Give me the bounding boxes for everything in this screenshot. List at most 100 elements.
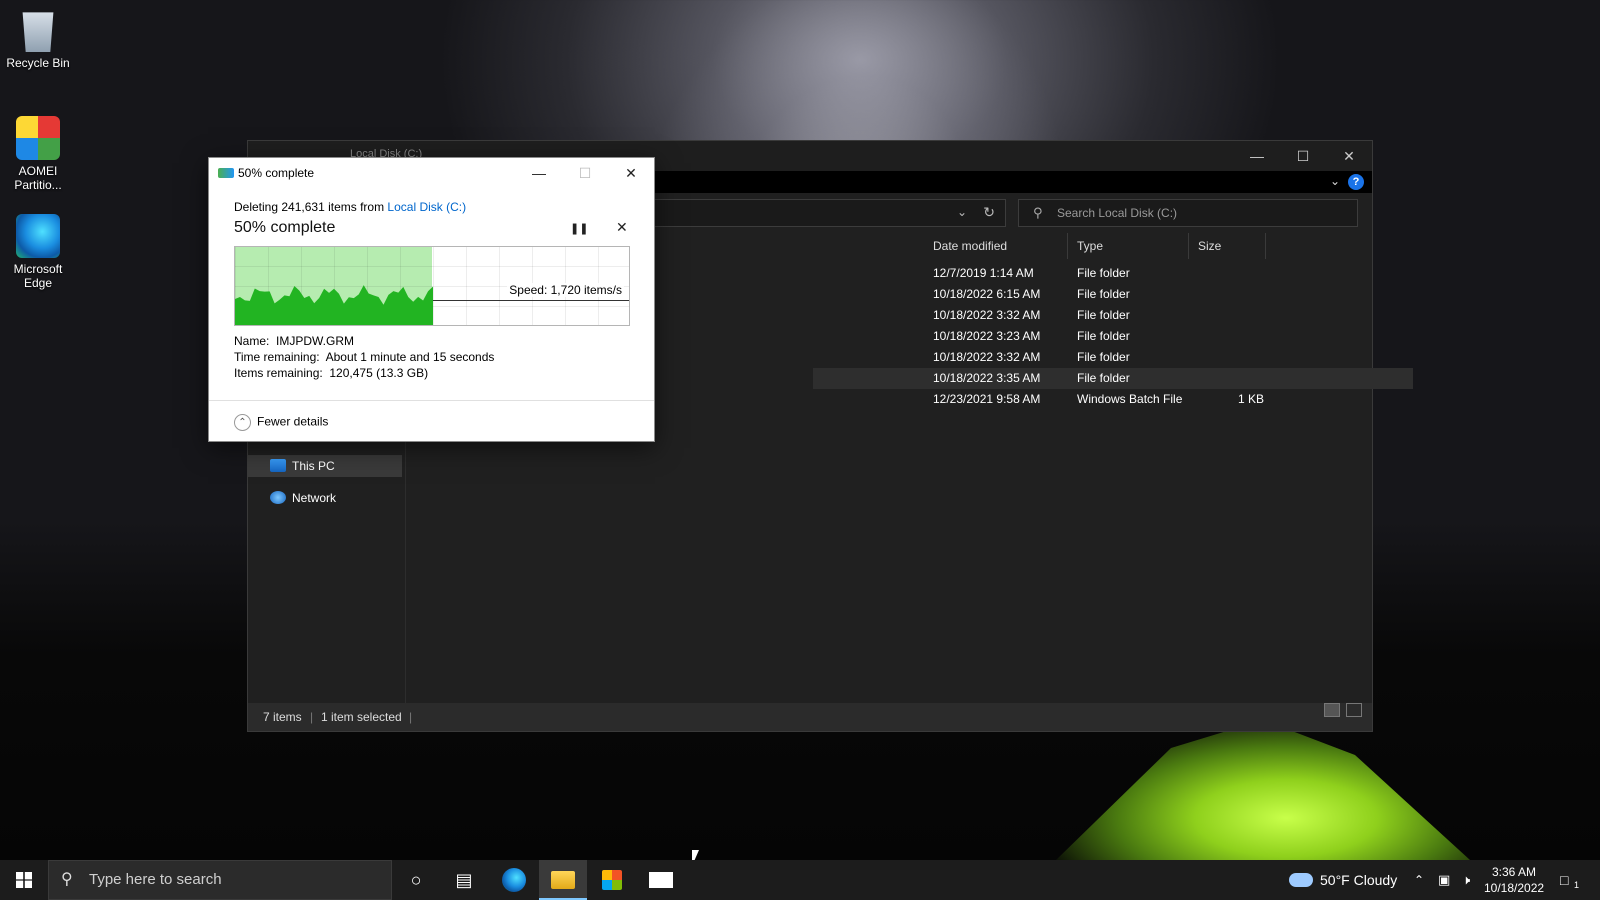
status-divider: | (310, 710, 314, 724)
folder-icon (551, 871, 575, 889)
network-icon (270, 491, 286, 504)
help-icon[interactable]: ? (1348, 174, 1364, 190)
detail-items-value: 120,475 (13.3 GB) (329, 366, 429, 380)
recycle-bin-icon (22, 12, 54, 52)
search-icon: ⚲ (61, 871, 73, 888)
clock-date: 10/18/2022 (1484, 881, 1545, 895)
close-button[interactable]: ✕ (1326, 141, 1372, 171)
column-date-modified[interactable]: Date modified (925, 233, 1068, 259)
edge-icon (502, 868, 526, 892)
chevron-down-icon[interactable]: ⌄ (1330, 174, 1340, 188)
nav-item-network[interactable]: Network (248, 487, 402, 509)
column-size[interactable]: Size (1190, 233, 1266, 259)
desktop-icon-label: Recycle Bin (6, 56, 70, 70)
dialog-separator (209, 400, 654, 401)
desktop-icon-label: AOMEI Partitio... (14, 164, 62, 192)
search-placeholder: Search Local Disk (C:) (1057, 206, 1178, 220)
delete-summary-text: Deleting 241,631 items from (234, 200, 388, 214)
aomei-partition-icon (16, 116, 60, 160)
desktop-icon-recycle-bin[interactable]: Recycle Bin (0, 8, 76, 70)
table-row[interactable]: 10/18/2022 3:32 AM File folder (813, 347, 1413, 368)
row-date: 10/18/2022 3:32 AM (933, 350, 1041, 364)
table-row[interactable]: 10/18/2022 3:23 AM File folder (813, 326, 1413, 347)
edge-icon (16, 214, 60, 258)
windows-logo-icon (16, 872, 32, 888)
row-date: 10/18/2022 3:32 AM (933, 308, 1041, 322)
taskbar-edge[interactable] (490, 860, 538, 900)
mail-icon (649, 872, 673, 888)
chevron-up-icon[interactable]: ⌃ (1414, 860, 1424, 900)
dialog-maximize-button: ☐ (578, 165, 592, 181)
taskbar-search-placeholder: Type here to search (89, 871, 222, 888)
row-type: File folder (1077, 266, 1130, 280)
details-view-icon[interactable] (1324, 703, 1340, 717)
row-type: File folder (1077, 350, 1130, 364)
taskbar-store[interactable] (588, 860, 636, 900)
fewer-details-button[interactable]: ⌃ Fewer details (234, 414, 328, 431)
status-bar: 7 items | 1 item selected | (248, 703, 1372, 731)
minimize-button[interactable]: — (1234, 141, 1280, 171)
table-row[interactable]: 10/18/2022 3:32 AM File folder (813, 305, 1413, 326)
dialog-titlebar[interactable]: 50% complete — ☐ ✕ (209, 158, 654, 188)
desktop-icon-edge[interactable]: Microsoft Edge (0, 214, 76, 290)
maximize-button[interactable]: ☐ (1280, 141, 1326, 171)
volume-muted-icon[interactable]: 🕨 (1462, 860, 1470, 900)
nav-item-label: Network (292, 491, 337, 505)
detail-name-value: IMJPDW.GRM (276, 334, 355, 348)
detail-time: Time remaining: About 1 minute and 15 se… (234, 350, 494, 364)
table-row-selected[interactable]: 10/18/2022 3:35 AM File folder (813, 368, 1413, 389)
taskbar-file-explorer[interactable] (539, 860, 587, 900)
pause-button[interactable]: ❚❚ (570, 222, 588, 235)
dialog-minimize-button[interactable]: — (516, 158, 562, 188)
cloud-weather-icon (1289, 873, 1313, 887)
taskbar-search-box[interactable]: ⚲ Type here to search (48, 860, 392, 900)
desktop-icon-aomei[interactable]: AOMEI Partitio... (0, 116, 76, 192)
row-type: File folder (1077, 287, 1130, 301)
notification-icon[interactable]: □ (1560, 860, 1568, 900)
large-icons-view-icon[interactable] (1346, 703, 1362, 717)
nav-item-label: This PC (292, 459, 335, 473)
source-link[interactable]: Local Disk (C:) (387, 200, 466, 214)
detail-time-value: About 1 minute and 15 seconds (325, 350, 495, 364)
store-icon (602, 870, 622, 890)
dialog-title: 50% complete (238, 166, 315, 180)
detail-items-label: Items remaining: (234, 366, 323, 380)
table-row[interactable]: 10/18/2022 6:15 AM File folder (813, 284, 1413, 305)
row-date: 10/18/2022 3:35 AM (933, 371, 1041, 385)
cortana-button[interactable]: ○ (392, 860, 440, 900)
cancel-button[interactable]: ✕ (616, 219, 628, 236)
fewer-details-label: Fewer details (257, 414, 329, 429)
table-row[interactable]: 12/7/2019 1:14 AM File folder (813, 263, 1413, 284)
nav-item-this-pc[interactable]: This PC (248, 455, 402, 477)
refresh-icon[interactable]: ↻ (983, 204, 995, 221)
detail-time-label: Time remaining: (234, 350, 320, 364)
row-size: 1 KB (1238, 392, 1265, 406)
start-button[interactable] (0, 860, 48, 900)
table-row[interactable]: 12/23/2021 9:58 AM Windows Batch File 1 … (813, 389, 1413, 410)
chevron-down-icon[interactable]: ⌄ (957, 205, 967, 219)
weather-widget[interactable]: 50°F Cloudy (1320, 860, 1397, 900)
row-type: Windows Batch File (1077, 392, 1183, 406)
clock[interactable]: 3:36 AM 10/18/2022 (1484, 864, 1544, 896)
status-divider: | (409, 710, 413, 724)
detail-name-label: Name: (234, 334, 270, 348)
cortana-circle-icon: ○ (410, 870, 422, 890)
taskbar-mail[interactable] (637, 860, 685, 900)
network-tray-icon[interactable]: ▣ (1438, 860, 1450, 900)
row-type: File folder (1077, 308, 1130, 322)
search-input[interactable]: ⚲ Search Local Disk (C:) (1018, 199, 1358, 227)
delete-progress-icon (218, 168, 234, 178)
row-date: 10/18/2022 6:15 AM (933, 287, 1041, 301)
speed-line (433, 300, 629, 301)
column-type[interactable]: Type (1069, 233, 1189, 259)
dialog-close-button[interactable]: ✕ (608, 158, 654, 188)
row-type: File folder (1077, 371, 1130, 385)
row-date: 12/7/2019 1:14 AM (933, 266, 1034, 280)
task-view-button[interactable]: ▤ (440, 860, 488, 900)
row-date: 10/18/2022 3:23 AM (933, 329, 1041, 343)
desktop-icon-label: Microsoft Edge (13, 262, 63, 290)
detail-items: Items remaining: 120,475 (13.3 GB) (234, 366, 428, 380)
search-icon: ⚲ (1033, 205, 1043, 220)
speed-graph-area (235, 285, 433, 325)
delete-progress-dialog: 50% complete — ☐ ✕ Deleting 241,631 item… (208, 157, 655, 442)
